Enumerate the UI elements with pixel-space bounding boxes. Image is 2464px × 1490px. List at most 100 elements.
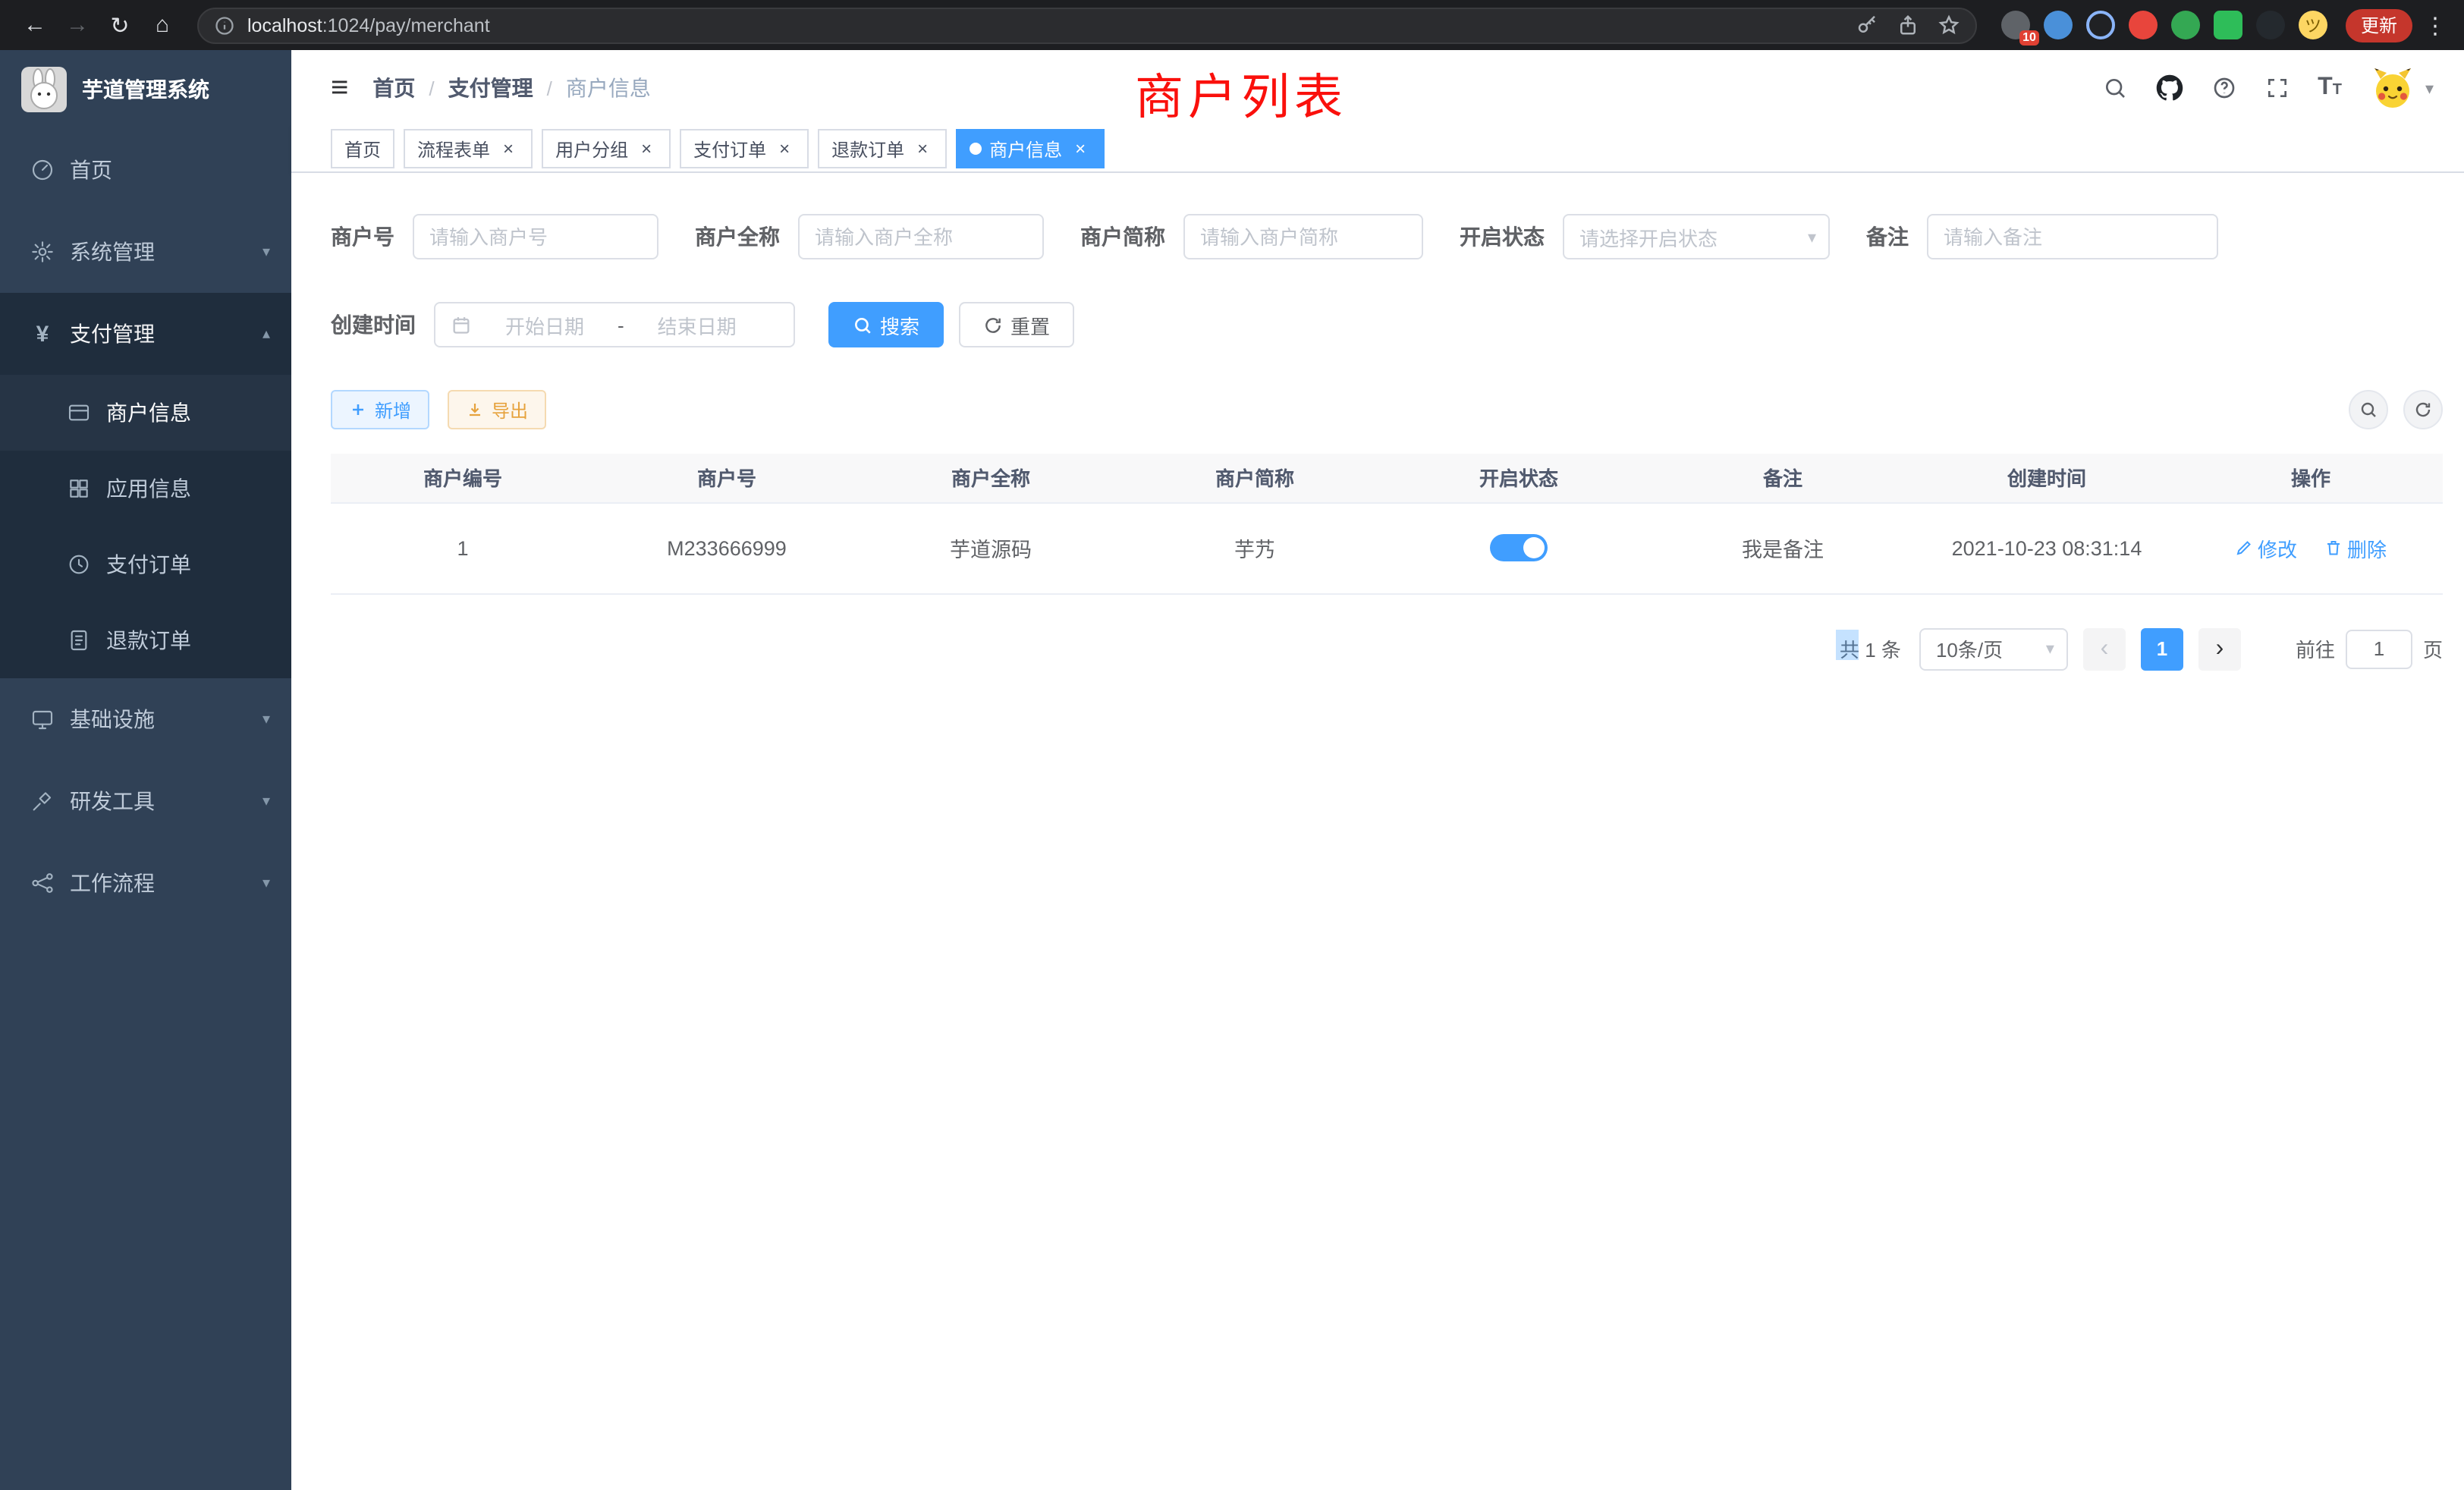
browser-back-button[interactable]: ← [15, 5, 55, 45]
close-icon[interactable]: × [498, 138, 519, 159]
sidebar-item-merchant-info[interactable]: 商户信息 [0, 375, 291, 451]
tab-user-group[interactable]: 用户分组 × [542, 129, 671, 168]
browser-menu-icon[interactable]: ⋮ [2422, 11, 2449, 39]
tab-process-form[interactable]: 流程表单 × [404, 129, 533, 168]
export-button[interactable]: 导出 [448, 390, 546, 429]
page-size-select[interactable]: 10条/页 ▾ [1919, 627, 2068, 670]
logo[interactable]: 芋道管理系统 [0, 50, 291, 129]
status-select[interactable]: 请选择开启状态 ▾ [1563, 214, 1830, 259]
edit-button[interactable]: 修改 [2235, 533, 2297, 562]
merchant-name-input[interactable] [798, 214, 1044, 259]
refresh-icon [2414, 401, 2432, 419]
chevron-down-icon: ▾ [2046, 639, 2054, 659]
site-info-icon[interactable] [214, 14, 235, 36]
pagination-total: 共 1 条 [1837, 634, 1904, 663]
sidebar-item-workflow[interactable]: 工作流程 ▾ [0, 842, 291, 924]
browser-update-button[interactable]: 更新 [2346, 8, 2412, 42]
extension-icon-red[interactable] [2129, 11, 2158, 39]
github-icon[interactable] [2155, 74, 2183, 102]
document-icon [67, 628, 91, 652]
cell-merchant-name: 芋道源码 [859, 502, 1123, 593]
breadcrumb-payment[interactable]: 支付管理 [448, 73, 533, 103]
toggle-search-button[interactable] [2349, 390, 2388, 429]
browser-reload-button[interactable]: ↻ [100, 5, 140, 45]
extension-icon-emoji[interactable]: ツ [2299, 11, 2327, 39]
chevron-up-icon: ▴ [262, 325, 270, 342]
cell-short-name: 芋艿 [1123, 502, 1387, 593]
page-number-1[interactable]: 1 [2141, 627, 2183, 670]
sidebar-item-system[interactable]: 系统管理 ▾ [0, 211, 291, 293]
close-icon[interactable]: × [636, 138, 657, 159]
header-search-icon[interactable] [2102, 76, 2126, 100]
sidebar-item-dev-tools[interactable]: 研发工具 ▾ [0, 760, 291, 842]
plus-icon [349, 401, 367, 419]
user-avatar[interactable]: ▾ [2371, 65, 2434, 111]
add-button[interactable]: 新增 [331, 390, 429, 429]
col-actions: 操作 [2179, 454, 2443, 502]
date-range-picker[interactable]: 开始日期 - 结束日期 [434, 302, 795, 347]
share-icon[interactable] [1897, 14, 1919, 36]
tab-merchant-info[interactable]: 商户信息 × [956, 129, 1105, 168]
goto-page-input[interactable] [2346, 629, 2412, 668]
password-key-icon[interactable] [1856, 14, 1878, 36]
sidebar: 芋道管理系统 首页 系统管理 ▾ ¥ 支付管理 ▴ 商户信息 [0, 50, 291, 1490]
extension-icon-dark-ring[interactable] [2086, 11, 2115, 39]
merchant-name-label: 商户全称 [695, 222, 780, 252]
sidebar-collapse-icon[interactable]: ≡ [331, 73, 348, 103]
delete-button[interactable]: 删除 [2324, 533, 2387, 562]
workflow-icon [30, 871, 55, 895]
url-text: localhost:1024/pay/merchant [247, 14, 1843, 36]
status-toggle[interactable] [1490, 534, 1548, 561]
short-name-input[interactable] [1183, 214, 1423, 259]
extension-icon-green-square[interactable] [2214, 11, 2242, 39]
monitor-icon [30, 707, 55, 731]
breadcrumb-home[interactable]: 首页 [372, 73, 415, 103]
reset-button[interactable]: 重置 [959, 302, 1074, 347]
close-icon[interactable]: × [774, 138, 795, 159]
dashboard-icon [30, 158, 55, 182]
card-icon [67, 401, 91, 425]
end-date-input[interactable]: 结束日期 [633, 310, 761, 339]
prev-page-button[interactable]: ‹ [2083, 627, 2126, 670]
extension-icon-blue[interactable] [2044, 11, 2073, 39]
tab-refund-order[interactable]: 退款订单 × [818, 129, 947, 168]
sidebar-item-app-info[interactable]: 应用信息 [0, 451, 291, 527]
start-date-input[interactable]: 开始日期 [481, 310, 608, 339]
help-icon[interactable] [2211, 76, 2236, 100]
sidebar-item-infrastructure[interactable]: 基础设施 ▾ [0, 678, 291, 760]
browser-home-button[interactable]: ⌂ [143, 5, 182, 45]
extension-badge: 10 [2019, 30, 2039, 46]
tab-home[interactable]: 首页 [331, 129, 394, 168]
close-icon[interactable]: × [912, 138, 933, 159]
bookmark-star-icon[interactable] [1938, 14, 1960, 36]
remark-label: 备注 [1866, 222, 1909, 252]
table-header-row: 商户编号 商户号 商户全称 商户简称 开启状态 备注 创建时间 操作 [331, 454, 2443, 502]
next-page-button[interactable]: › [2198, 627, 2241, 670]
clock-icon [67, 552, 91, 577]
col-merchant-name: 商户全称 [859, 454, 1123, 502]
sidebar-item-refund-order[interactable]: 退款订单 [0, 602, 291, 678]
extension-icon-green[interactable] [2171, 11, 2200, 39]
extension-icon-badged[interactable]: 10 [2001, 11, 2030, 39]
cell-merchant-no: M233666999 [595, 502, 859, 593]
remark-input[interactable] [1927, 214, 2218, 259]
extensions-cluster: 10 ツ [2001, 11, 2327, 39]
search-icon [853, 315, 872, 335]
close-icon[interactable]: × [1070, 138, 1091, 159]
refresh-table-button[interactable] [2403, 390, 2443, 429]
search-button[interactable]: 搜索 [828, 302, 944, 347]
tools-icon [30, 789, 55, 813]
sidebar-item-pay-order[interactable]: 支付订单 [0, 527, 291, 602]
tab-pay-order[interactable]: 支付订单 × [680, 129, 809, 168]
chevron-down-icon: ▾ [262, 875, 270, 891]
sidebar-item-payment[interactable]: ¥ 支付管理 ▴ [0, 293, 291, 375]
browser-forward-button[interactable]: → [58, 5, 97, 45]
extension-icon-black[interactable] [2256, 11, 2285, 39]
fullscreen-icon[interactable] [2264, 76, 2289, 100]
date-separator: - [618, 313, 624, 336]
sidebar-item-home[interactable]: 首页 [0, 129, 291, 211]
cell-merchant-id: 1 [331, 502, 595, 593]
merchant-no-input[interactable] [413, 214, 658, 259]
address-bar[interactable]: localhost:1024/pay/merchant [197, 7, 1977, 43]
font-size-icon[interactable]: TT [2318, 76, 2342, 100]
